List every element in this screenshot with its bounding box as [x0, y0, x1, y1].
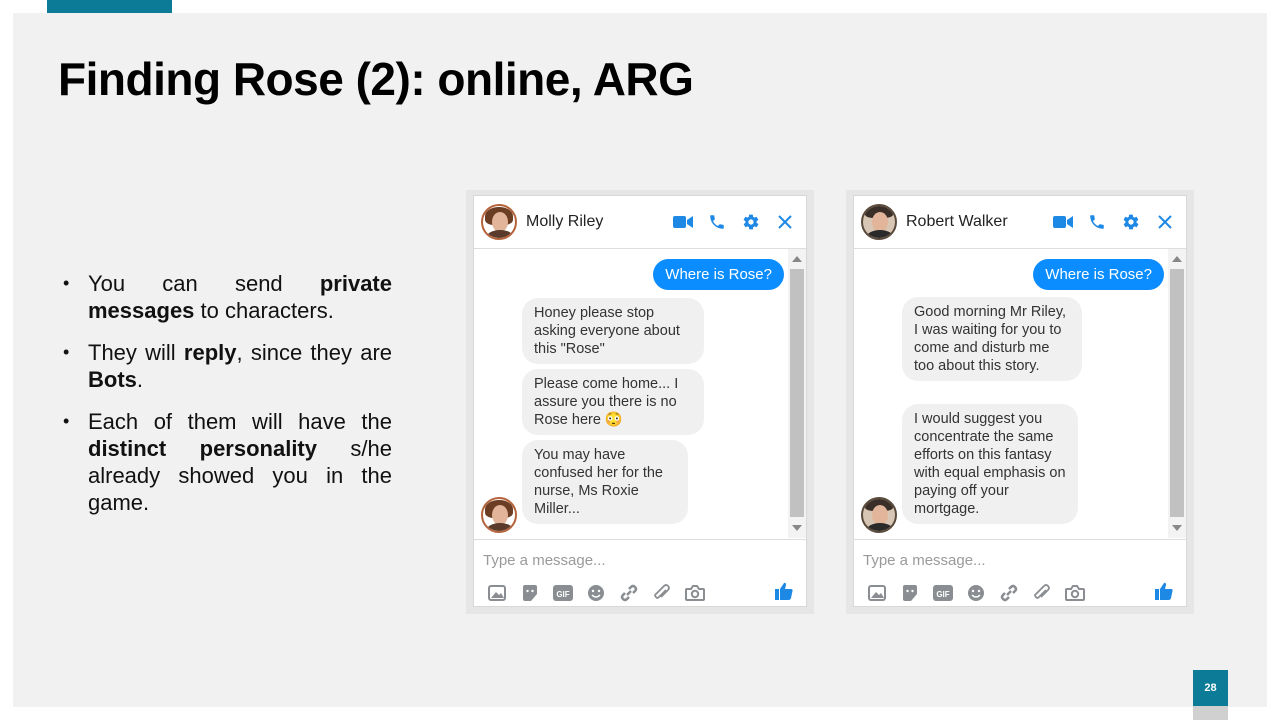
scroll-down-icon[interactable] — [792, 525, 802, 531]
link-icon[interactable] — [618, 582, 640, 604]
close-icon[interactable] — [774, 211, 796, 233]
bullet-list: • You can send private messages to charac… — [60, 270, 392, 531]
outgoing-message: Where is Rose? — [653, 259, 784, 290]
phone-icon[interactable] — [706, 211, 728, 233]
bullet-dot: • — [63, 342, 70, 362]
message-input[interactable]: Type a message... — [863, 552, 986, 569]
bullet-emphasis: reply — [183, 340, 237, 365]
bullet-text: . — [136, 367, 144, 392]
page-number: 28 — [1193, 670, 1228, 706]
avatar[interactable] — [481, 204, 517, 240]
header-actions — [1052, 211, 1176, 233]
avatar[interactable] — [861, 204, 897, 240]
composer-tools: GIF — [486, 582, 706, 604]
bullet-item: • Each of them will have the distinct per… — [60, 408, 392, 516]
like-icon[interactable] — [774, 581, 796, 603]
incoming-message: I would suggest you concentrate the same… — [902, 404, 1078, 524]
gear-icon[interactable] — [1120, 211, 1142, 233]
scrollbar-thumb[interactable] — [1170, 269, 1184, 517]
avatar — [481, 497, 517, 533]
scroll-up-icon[interactable] — [1172, 256, 1182, 262]
bullet-text: to characters. — [194, 298, 334, 323]
contact-name[interactable]: Robert Walker — [906, 213, 1008, 231]
chat-window-molly: Molly Riley Where is Rose? Honey please … — [466, 190, 814, 614]
video-icon[interactable] — [672, 211, 694, 233]
scrollbar[interactable] — [788, 249, 806, 538]
outgoing-message: Where is Rose? — [1033, 259, 1164, 290]
bullet-text: , since they are — [236, 340, 393, 365]
video-icon[interactable] — [1052, 211, 1074, 233]
incoming-message: Please come home... I assure you there i… — [522, 369, 704, 435]
chat-header: Robert Walker — [854, 196, 1186, 249]
composer: Type a message... GIF — [854, 539, 1186, 608]
bullet-dot: • — [63, 411, 70, 431]
phone-icon[interactable] — [1086, 211, 1108, 233]
gif-icon[interactable]: GIF — [932, 582, 954, 604]
camera-icon[interactable] — [684, 582, 706, 604]
contact-name[interactable]: Molly Riley — [526, 213, 603, 231]
attach-icon[interactable] — [1031, 582, 1053, 604]
bullet-item: • They will reply, since they are Bots. — [60, 339, 392, 393]
top-accent-bar — [47, 0, 172, 13]
gif-icon[interactable]: GIF — [552, 582, 574, 604]
bullet-text: Each of them will have the — [88, 409, 392, 434]
scroll-up-icon[interactable] — [792, 256, 802, 262]
sticker-icon[interactable] — [899, 582, 921, 604]
bullet-text: You can send — [88, 271, 320, 296]
camera-icon[interactable] — [1064, 582, 1086, 604]
scroll-down-icon[interactable] — [1172, 525, 1182, 531]
bullet-text: They will — [88, 340, 184, 365]
incoming-message: Good morning Mr Riley, I was waiting for… — [902, 297, 1082, 381]
emoji-icon[interactable] — [965, 582, 987, 604]
image-icon[interactable] — [866, 582, 888, 604]
message-list: Where is Rose? Honey please stop asking … — [474, 249, 788, 538]
bullet-dot: • — [63, 273, 70, 293]
svg-text:GIF: GIF — [556, 590, 569, 599]
avatar — [861, 497, 897, 533]
message-input[interactable]: Type a message... — [483, 552, 606, 569]
like-icon[interactable] — [1154, 581, 1176, 603]
sticker-icon[interactable] — [519, 582, 541, 604]
message-list: Where is Rose? Good morning Mr Riley, I … — [854, 249, 1168, 538]
close-icon[interactable] — [1154, 211, 1176, 233]
page-number-tab — [1193, 706, 1228, 720]
composer-tools: GIF — [866, 582, 1086, 604]
gear-icon[interactable] — [740, 211, 762, 233]
slide-title: Finding Rose (2): online, ARG — [58, 53, 694, 105]
scrollbar-thumb[interactable] — [790, 269, 804, 517]
link-icon[interactable] — [998, 582, 1020, 604]
bullet-item: • You can send private messages to charac… — [60, 270, 392, 324]
scrollbar[interactable] — [1168, 249, 1186, 538]
header-actions — [672, 211, 796, 233]
svg-text:GIF: GIF — [936, 590, 949, 599]
chat-window-robert: Robert Walker Where is Rose? Good mornin… — [846, 190, 1194, 614]
incoming-message: You may have confused her for the nurse,… — [522, 440, 688, 524]
chat-panel: Robert Walker Where is Rose? Good mornin… — [853, 195, 1187, 607]
emoji-icon[interactable] — [585, 582, 607, 604]
bullet-emphasis: Bots — [88, 367, 137, 392]
composer: Type a message... GIF — [474, 539, 806, 608]
image-icon[interactable] — [486, 582, 508, 604]
chat-panel: Molly Riley Where is Rose? Honey please … — [473, 195, 807, 607]
incoming-message: Honey please stop asking everyone about … — [522, 298, 704, 364]
bullet-emphasis: distinct personality — [88, 436, 317, 461]
chat-header: Molly Riley — [474, 196, 806, 249]
attach-icon[interactable] — [651, 582, 673, 604]
